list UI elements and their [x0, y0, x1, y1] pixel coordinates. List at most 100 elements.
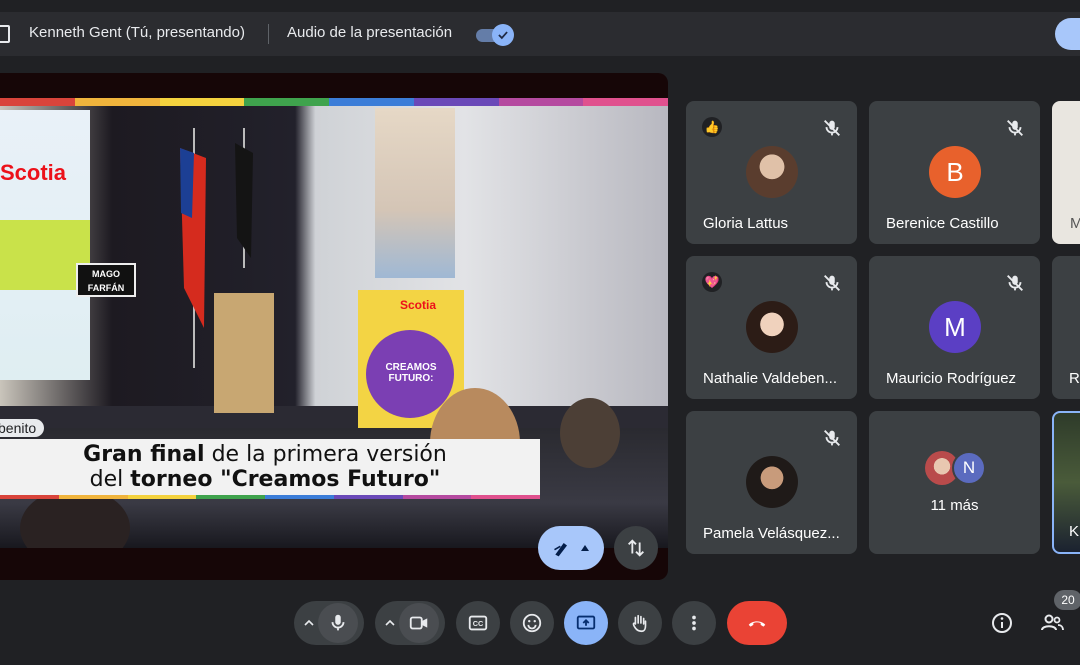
participant-name: Gloria Lattus: [703, 215, 789, 232]
more-participants-label: 11 más: [930, 497, 979, 514]
caption-color-strip: [0, 495, 540, 499]
mic-off-icon: [1007, 120, 1023, 136]
videocam-icon: [409, 616, 428, 630]
presentation-audio-toggle[interactable]: [476, 24, 514, 46]
microphone-button[interactable]: [318, 603, 358, 643]
participant-name: Pamela Velásquez...: [703, 525, 840, 542]
chile-flag: [180, 128, 206, 368]
raise-hand-button[interactable]: [618, 601, 662, 645]
participant-tile[interactable]: B Berenice Castillo: [869, 101, 1040, 244]
strip-segment: [583, 98, 668, 106]
strip-segment: [58, 495, 128, 499]
more-participants-tile[interactable]: N 11 más: [869, 411, 1040, 554]
presenting-bar: Kenneth Gent (Tú, presentando) Audio de …: [0, 12, 1080, 56]
avatar: [746, 456, 798, 508]
participant-name: K: [1069, 523, 1080, 540]
shared-screen: Scotia MAGO FARFÁN Scotia CREAMOS FUTURO…: [0, 73, 668, 580]
stop-presenting-button[interactable]: [1055, 18, 1080, 50]
strip-segment: [127, 495, 197, 499]
strip-segment: [413, 98, 499, 106]
closed-captions-icon: CC: [468, 615, 488, 631]
strip-segment: [265, 495, 334, 499]
strip-segment: [333, 495, 403, 499]
mic-off-icon: [824, 275, 840, 291]
people-icon[interactable]: [1040, 611, 1064, 635]
avatar-stack: N: [925, 451, 995, 487]
strip-segment: [0, 495, 59, 499]
presenting-icon: [0, 25, 10, 43]
chevron-up-icon[interactable]: [383, 616, 397, 630]
present-screen-icon: [576, 615, 596, 630]
caption-bold-1: Gran final: [83, 442, 205, 467]
captions-button[interactable]: CC: [456, 601, 500, 645]
presenter-label: Kenneth Gent (Tú, presentando): [29, 24, 245, 41]
annotate-button[interactable]: [538, 526, 604, 570]
strip-segment: [74, 98, 160, 106]
portrait-banner: [375, 108, 455, 278]
leave-call-button[interactable]: [727, 601, 787, 645]
call-end-icon: [748, 621, 766, 627]
caption-text-1: de la primera versión: [204, 442, 447, 467]
check-icon: [492, 24, 514, 46]
poster-text: CREAMOS FUTURO:: [385, 362, 437, 384]
present-now-button[interactable]: [564, 601, 608, 645]
avatar: N: [952, 451, 986, 485]
participant-name: Nathalie Valdeben...: [703, 370, 837, 387]
participant-tile[interactable]: M Mauricio Rodríguez: [869, 256, 1040, 399]
pen-icon: [554, 543, 567, 557]
avatar: M: [929, 301, 981, 353]
podium: [214, 293, 274, 413]
podium-sign: MAGO FARFÁN: [76, 263, 136, 297]
participant-name: Berenice Castillo: [886, 215, 999, 232]
strip-segment: [498, 98, 584, 106]
participant-tile[interactable]: Ri: [1052, 256, 1080, 399]
microphone-icon: [331, 614, 345, 631]
camera-control[interactable]: [375, 601, 445, 645]
mic-off-icon: [824, 120, 840, 136]
participant-tile[interactable]: M: [1052, 101, 1080, 244]
strip-segment: [402, 495, 472, 499]
mic-off-icon: [824, 430, 840, 446]
swap-vert-icon: [628, 539, 644, 557]
more-options-button[interactable]: [672, 601, 716, 645]
reaction-emoji: 💖: [702, 272, 722, 292]
participant-tile[interactable]: K: [1052, 411, 1080, 554]
participant-name: Mauricio Rodríguez: [886, 370, 1017, 387]
avatar: B: [929, 146, 981, 198]
caret-up-icon: [581, 545, 589, 551]
strip-segment: [196, 495, 265, 499]
participant-tile[interactable]: Pamela Velásquez...: [686, 411, 857, 554]
participant-name: Ri: [1069, 370, 1080, 387]
camera-button[interactable]: [399, 603, 439, 643]
reactions-button[interactable]: [510, 601, 554, 645]
reaction-emoji: 👍: [702, 117, 722, 137]
chevron-up-icon[interactable]: [302, 616, 316, 630]
mic-off-icon: [1007, 275, 1023, 291]
divider: [268, 24, 269, 44]
caption-bold-2: torneo "Creamos Futuro": [130, 467, 441, 492]
avatar: [746, 146, 798, 198]
more-vert-icon: [692, 615, 696, 631]
screen-brand-text: Scotia: [0, 160, 67, 185]
raise-hand-icon: [632, 614, 647, 633]
audience-member: [560, 398, 620, 468]
black-flag: [235, 128, 253, 268]
strip-segment: [471, 495, 540, 499]
microphone-control[interactable]: [294, 601, 364, 645]
strip-segment: [244, 98, 329, 106]
caption-text-2: del: [89, 467, 131, 492]
info-icon[interactable]: [990, 611, 1014, 635]
swap-layout-button[interactable]: [614, 526, 658, 570]
poster-brand-text: Scotia: [400, 298, 437, 312]
projection-screen: Scotia: [0, 110, 90, 380]
speaker-name-tag: benito: [0, 419, 45, 437]
stage-background: [0, 106, 668, 406]
svg-text:CC: CC: [473, 619, 484, 628]
presentation-video: Scotia MAGO FARFÁN Scotia CREAMOS FUTURO…: [0, 98, 668, 548]
emoji-icon: [522, 613, 542, 633]
strip-segment: [329, 98, 414, 106]
participant-tile[interactable]: 👍 Gloria Lattus: [686, 101, 857, 244]
participant-tile[interactable]: 💖 Nathalie Valdeben...: [686, 256, 857, 399]
color-strip: [0, 98, 668, 106]
presentation-audio-label: Audio de la presentación: [287, 24, 453, 41]
